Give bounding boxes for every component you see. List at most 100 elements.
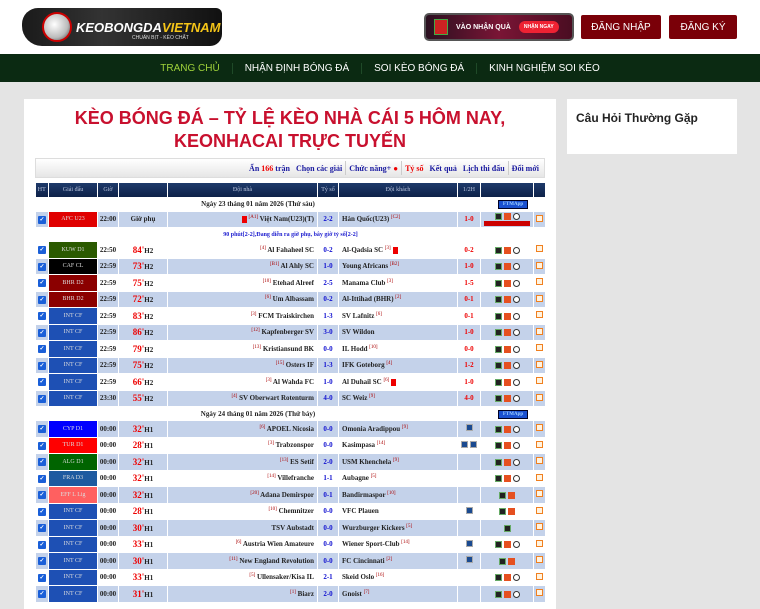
stats-icon[interactable]	[494, 574, 502, 582]
stats-icon[interactable]	[494, 541, 502, 549]
nav-home[interactable]: TRANG CHỦ	[148, 63, 231, 74]
claim-button[interactable]: NHẬN NGAY	[518, 21, 559, 33]
league-badge[interactable]: INT CF	[48, 356, 98, 374]
site-logo[interactable]: KEOBONGDAVIETNAM CHUẨN BỊT - KÈO CHẤT	[22, 8, 222, 46]
away-team[interactable]: SC Weiz [9]	[338, 389, 458, 407]
match-row[interactable]: ✓ AFC U23 22:00 Giờ phụ [A1] Việt Nam(U2…	[35, 210, 546, 228]
gift-banner[interactable]: VÀO NHẬN QUÀ NHẬN NGAY	[424, 13, 574, 41]
score[interactable]: 0-0	[317, 436, 339, 454]
nav-experience[interactable]: KINH NGHIỆM SOI KÈO	[476, 62, 612, 74]
odds-chart-icon[interactable]	[503, 279, 511, 287]
expand-button[interactable]	[533, 356, 546, 374]
app-button[interactable]: FTMApp	[480, 196, 546, 212]
home-team[interactable]: [3] FCM Traiskirchen	[167, 307, 318, 325]
odds-chart-icon[interactable]	[503, 362, 511, 370]
score[interactable]: 1-3	[317, 356, 339, 374]
match-row[interactable]: ✓ INT CF 23:30 55'H2 [4] SV Oberwart Rot…	[35, 389, 546, 407]
expand-button[interactable]	[533, 535, 546, 553]
match-row[interactable]: ✓ KUW D1 22:50 84'H2 [4] Al Fahaheel SC …	[35, 241, 546, 259]
home-team[interactable]: [15] Osters IF	[167, 356, 318, 374]
away-team[interactable]: Aubagne [5]	[338, 469, 458, 487]
league-badge[interactable]: INT CF	[48, 535, 98, 553]
away-team[interactable]: IFK Goteborg [4]	[338, 356, 458, 374]
ball-icon[interactable]	[512, 246, 520, 254]
league-badge[interactable]: INT CF	[48, 389, 98, 407]
select-checkbox[interactable]: ✓	[35, 535, 49, 553]
odds-chart-icon[interactable]	[508, 508, 515, 516]
home-team[interactable]: [12] Kapfenberger SV	[167, 323, 318, 341]
home-team[interactable]: [B1] Al Ahly SC	[167, 257, 318, 275]
results-link[interactable]: Kết quả	[427, 164, 460, 173]
league-badge[interactable]: BHR D2	[48, 290, 98, 308]
away-team[interactable]: Kasimpasa [14]	[338, 436, 458, 454]
away-team[interactable]: Manama Club [3]	[338, 274, 458, 292]
score[interactable]: 0-0	[317, 519, 339, 537]
odds-chart-icon[interactable]	[503, 442, 511, 450]
home-team[interactable]: [14] Villefranche	[167, 469, 318, 487]
select-checkbox[interactable]: ✓	[35, 502, 49, 520]
ball-icon[interactable]	[512, 475, 520, 483]
expand-button[interactable]	[533, 373, 546, 391]
stats-icon[interactable]	[494, 296, 502, 304]
stats-icon[interactable]	[494, 378, 502, 386]
away-team[interactable]: Wiener Sport-Club [14]	[338, 535, 458, 553]
score-link[interactable]: Tỷ số	[402, 164, 426, 173]
ball-icon[interactable]	[512, 296, 520, 304]
odds-chart-icon[interactable]	[503, 378, 511, 386]
ball-icon[interactable]	[512, 279, 520, 287]
away-team[interactable]: Omonia Aradippou [9]	[338, 420, 458, 438]
match-row[interactable]: ✓ INT CF 00:00 30'H1 [11] New England Re…	[35, 552, 546, 570]
home-team[interactable]: [10] Etehad Alreef	[167, 274, 318, 292]
stats-icon[interactable]	[494, 212, 502, 220]
expand-button[interactable]	[533, 502, 546, 520]
odds-chart-icon[interactable]	[503, 590, 511, 598]
select-checkbox[interactable]: ✓	[35, 307, 49, 325]
stats-icon[interactable]	[494, 458, 502, 466]
select-checkbox[interactable]: ✓	[35, 568, 49, 586]
ball-icon[interactable]	[512, 395, 520, 403]
home-team[interactable]: [6] Um Albassam	[167, 290, 318, 308]
odds-chart-icon[interactable]	[503, 395, 511, 403]
match-row[interactable]: ✓ TUR D1 00:00 28'H1 [3] Trabzonspor 0-0…	[35, 436, 546, 454]
stats-icon[interactable]	[499, 491, 506, 499]
tv-icon[interactable]	[465, 556, 473, 564]
odds-chart-icon[interactable]	[503, 574, 511, 582]
expand-button[interactable]	[533, 274, 546, 292]
ball-icon[interactable]	[512, 590, 520, 598]
away-team[interactable]: Bandirmaspor [10]	[338, 486, 458, 504]
away-team[interactable]: FC Cincinnati [2]	[338, 552, 458, 570]
odds-chart-icon[interactable]	[503, 458, 511, 466]
league-badge[interactable]: INT CF	[48, 552, 98, 570]
expand-button[interactable]	[533, 420, 546, 438]
tv-icon[interactable]	[465, 506, 473, 514]
score[interactable]: 3-0	[317, 323, 339, 341]
app-button[interactable]: FTMApp	[480, 406, 546, 421]
tv-icon[interactable]	[465, 424, 473, 432]
select-checkbox[interactable]: ✓	[35, 389, 49, 407]
select-checkbox[interactable]: ✓	[35, 436, 49, 454]
stats-icon[interactable]	[494, 475, 502, 483]
match-row[interactable]: ✓ FRA D3 00:00 32'H1 [14] Villefranche 1…	[35, 469, 546, 487]
ball-icon[interactable]	[512, 541, 520, 549]
score[interactable]: 1-3	[317, 307, 339, 325]
league-badge[interactable]: INT CF	[48, 373, 98, 391]
away-team[interactable]: VFC Plauen	[338, 502, 458, 520]
expand-button[interactable]	[533, 210, 546, 228]
select-checkbox[interactable]: ✓	[35, 373, 49, 391]
away-team[interactable]: Al Duhail SC [6]	[338, 373, 458, 391]
odds-chart-icon[interactable]	[503, 425, 511, 433]
match-row[interactable]: ✓ INT CF 22:59 79'H2 [13] Kristiansund B…	[35, 340, 546, 358]
home-team[interactable]: [4] Al Fahaheel SC	[167, 241, 318, 259]
expand-button[interactable]	[533, 469, 546, 487]
league-badge[interactable]: INT CF	[48, 323, 98, 341]
home-team[interactable]: [A1] Việt Nam(U23)(T)	[167, 210, 318, 228]
league-badge[interactable]: AFC U23	[48, 210, 98, 228]
odds-chart-icon[interactable]	[503, 263, 511, 271]
select-checkbox[interactable]: ✓	[35, 323, 49, 341]
home-team[interactable]: [3] Trabzonspor	[167, 436, 318, 454]
tv-icon[interactable]	[470, 440, 477, 448]
tv-icon[interactable]	[461, 440, 468, 448]
score[interactable]: 4-0	[317, 389, 339, 407]
select-checkbox[interactable]: ✓	[35, 241, 49, 259]
ball-icon[interactable]	[512, 345, 520, 353]
